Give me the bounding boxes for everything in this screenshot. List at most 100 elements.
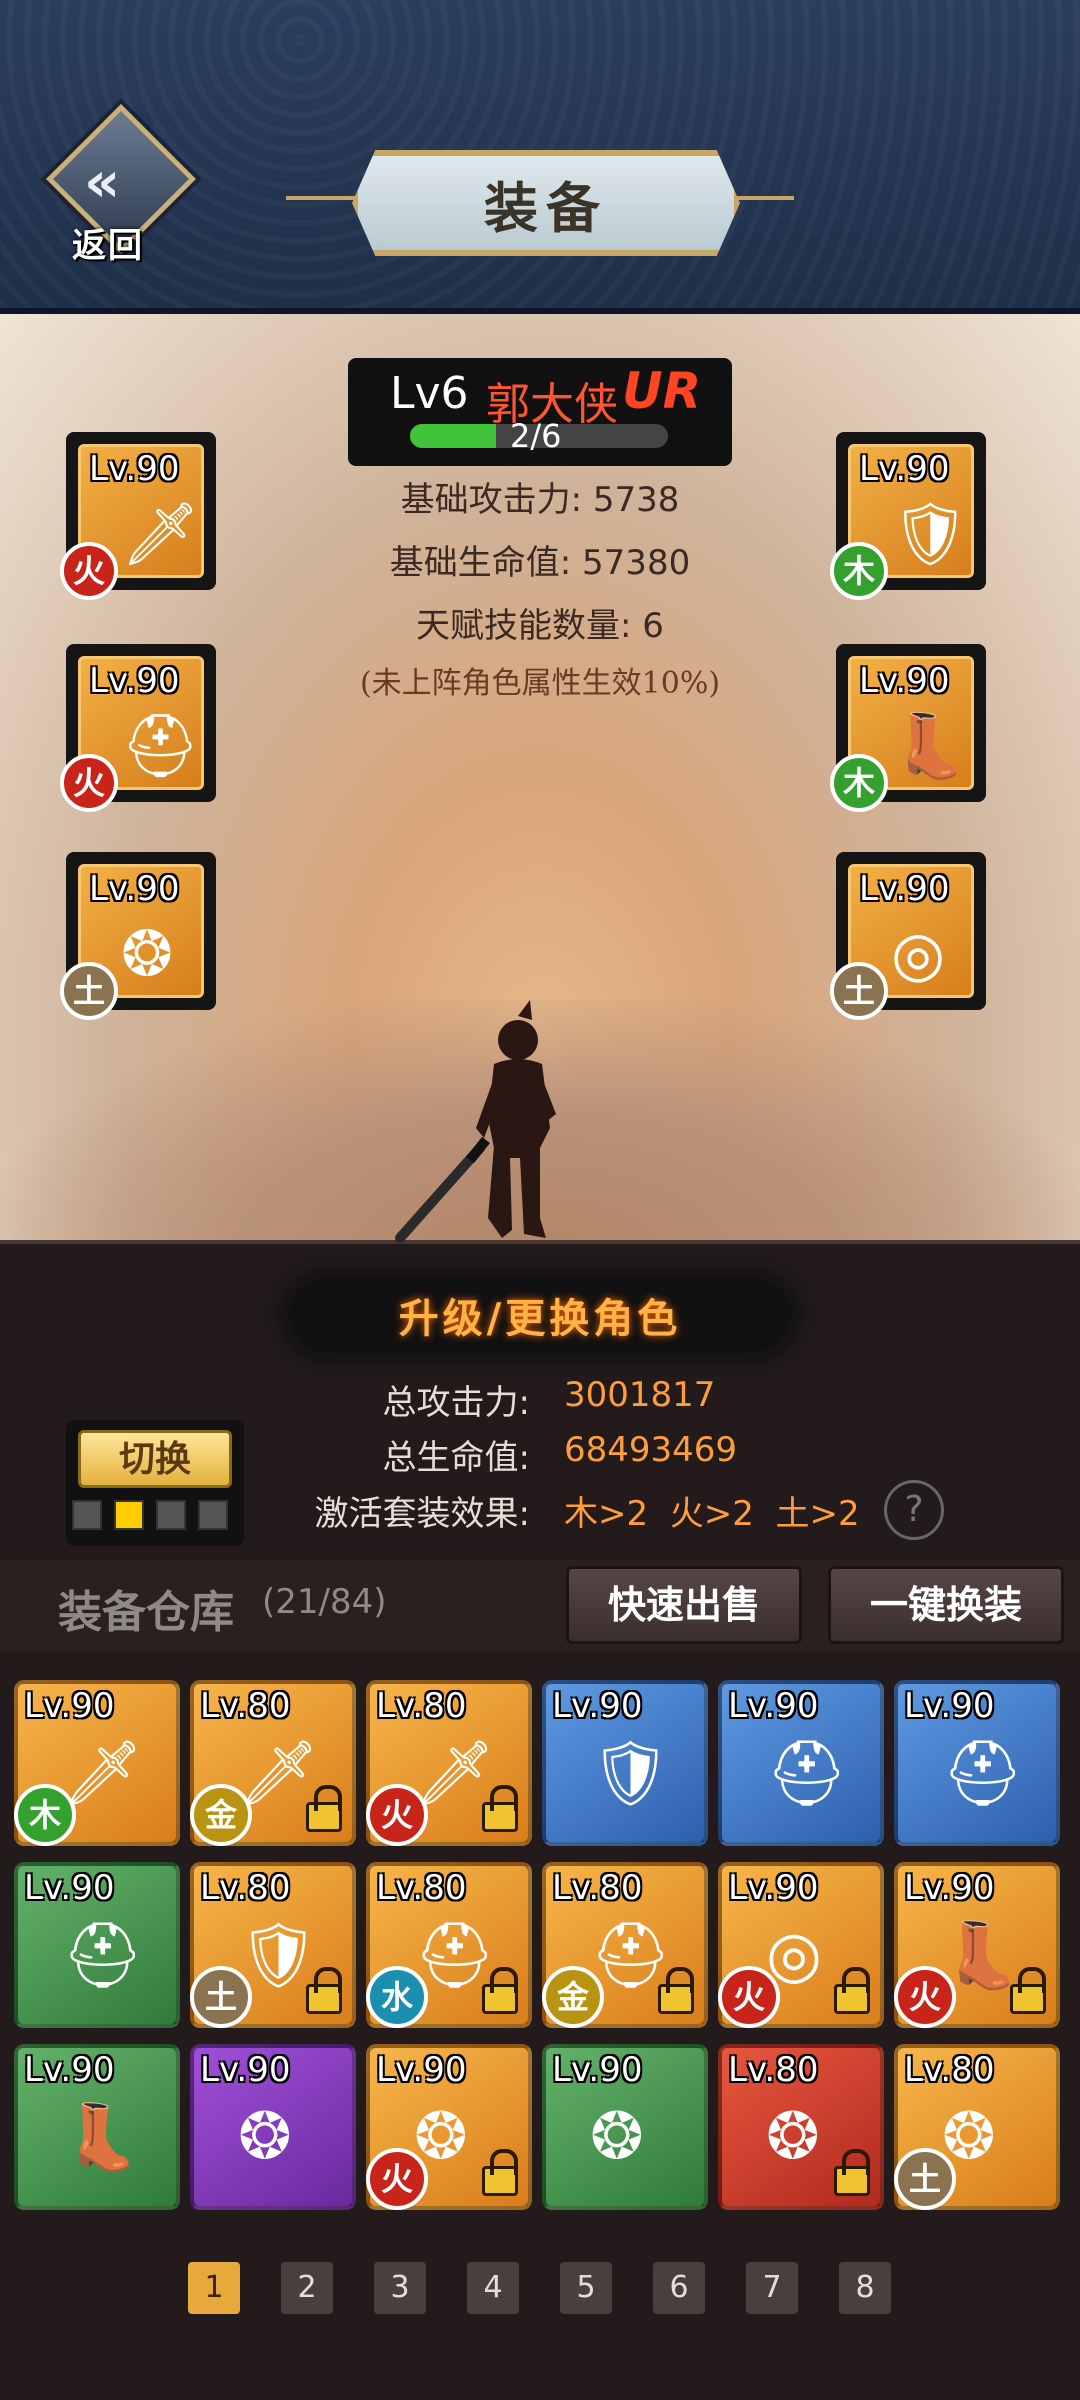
loadout-dot-1[interactable] [72, 1500, 102, 1530]
equip-slot-helmet[interactable]: Lv.90 ⛑ 火 [60, 644, 216, 812]
item-level: Lv.90 [376, 2050, 467, 2090]
equip-slot-belt[interactable]: Lv.90 ◎ 土 [830, 852, 986, 1020]
helmet-icon: ⛑ [121, 709, 200, 782]
lock-icon [834, 2149, 870, 2196]
total-hp-label: 总生命值: [382, 1438, 530, 1478]
element-badge-fire: 火 [60, 754, 118, 812]
element-badge-wood: 木 [14, 1784, 76, 1846]
set-effect-value: 木>2 火>2 土>2 [564, 1494, 860, 1534]
equip-slot-armor[interactable]: Lv.90 🛡 木 [830, 432, 986, 600]
upgrade-change-character-button[interactable]: 升级/更换角色 [290, 1280, 790, 1350]
switch-button[interactable]: 切换 [78, 1430, 232, 1488]
inactive-bonus-note: (未上阵角色属性生效10%) [359, 666, 721, 701]
inventory-item[interactable]: Lv.90 ⛑ [718, 1680, 884, 1846]
inventory-item[interactable]: Lv.80 ❂ 土 [894, 2044, 1060, 2210]
warehouse-count: (21/84) [262, 1582, 387, 1622]
item-level: Lv.90 [200, 2050, 291, 2090]
loadout-dot-2[interactable] [114, 1500, 144, 1530]
element-badge-earth: 土 [894, 2148, 956, 2210]
lock-icon [658, 1967, 694, 2014]
talent-count-stat: 天赋技能数量: 6 [416, 606, 664, 646]
element-badge-earth: 土 [190, 1966, 252, 2028]
loadout-dot-3[interactable] [156, 1500, 186, 1530]
inventory-item[interactable]: Lv.90 ⛑ [894, 1680, 1060, 1846]
sword-icon: 🗡 [62, 1737, 144, 1811]
item-level: Lv.80 [200, 1868, 291, 1908]
item-level: Lv.90 [552, 1686, 643, 1726]
boots-icon: 👢 [891, 709, 969, 782]
page-button-2[interactable]: 2 [281, 2262, 333, 2314]
page-button-1[interactable]: 1 [188, 2262, 240, 2314]
loadout-dot-4[interactable] [198, 1500, 228, 1530]
character-rank-badge: UR [622, 362, 702, 420]
inventory-item[interactable]: Lv.80 🛡 土 [190, 1862, 356, 2028]
upgrade-label: 升级/更换角色 [398, 1295, 682, 1342]
equip-slot-boots[interactable]: Lv.90 👢 木 [830, 644, 986, 812]
helmet-icon: ⛑ [414, 1919, 496, 1993]
inventory-item[interactable]: Lv.90 ❂ [542, 2044, 708, 2210]
back-label: 返回 [72, 226, 144, 266]
page-button-5[interactable]: 5 [560, 2262, 612, 2314]
pendant-icon: ❂ [590, 2100, 644, 2174]
title-ornament-left [286, 196, 356, 200]
inventory-item[interactable]: Lv.80 ⛑ 金 [542, 1862, 708, 2028]
item-level: Lv.90 [859, 661, 950, 701]
page-button-3[interactable]: 3 [374, 2262, 426, 2314]
back-button[interactable]: « 返回 [46, 104, 196, 276]
pendant-icon: ❂ [766, 2100, 820, 2174]
back-arrow-icon: « [84, 150, 121, 215]
equip-slot-accessory[interactable]: Lv.90 ❂ 土 [60, 852, 216, 1020]
item-level: Lv.90 [89, 449, 180, 489]
inventory-item[interactable]: Lv.90 🗡 木 [14, 1680, 180, 1846]
item-level: Lv.80 [200, 1686, 291, 1726]
item-level: Lv.90 [904, 1868, 995, 1908]
inventory-item[interactable]: Lv.90 🛡 [542, 1680, 708, 1846]
armor-icon: 🛡 [238, 1919, 320, 1993]
armor-icon: 🛡 [590, 1737, 672, 1811]
sword-icon: 🗡 [121, 497, 200, 570]
armor-icon: 🛡 [891, 497, 970, 570]
inventory-item[interactable]: Lv.90 👢 [14, 2044, 180, 2210]
inventory-item[interactable]: Lv.90 ❂ [190, 2044, 356, 2210]
inventory-item[interactable]: Lv.80 🗡 火 [366, 1680, 532, 1846]
page-button-7[interactable]: 7 [746, 2262, 798, 2314]
help-button[interactable]: ? [884, 1480, 944, 1540]
element-badge-earth: 土 [60, 962, 118, 1020]
inventory-item[interactable]: Lv.80 ⛑ 水 [366, 1862, 532, 2028]
total-hp-value: 68493469 [564, 1430, 738, 1470]
lock-icon [482, 2149, 518, 2196]
sword-icon: 🗡 [238, 1737, 320, 1811]
quick-sell-button[interactable]: 快速出售 [566, 1566, 802, 1644]
inventory-item[interactable]: Lv.90 👢 火 [894, 1862, 1060, 2028]
item-level: Lv.80 [376, 1868, 467, 1908]
warehouse-title: 装备仓库 [58, 1587, 234, 1638]
inventory-item[interactable]: Lv.90 ❂ 火 [366, 2044, 532, 2210]
element-badge-gold: 金 [190, 1784, 252, 1846]
pendant-icon: ❂ [238, 2100, 292, 2174]
set-effect-label: 激活套装效果: [314, 1494, 530, 1534]
equip-slot-weapon[interactable]: Lv.90 🗡 火 [60, 432, 216, 600]
title-plaque: 装备 [352, 150, 740, 256]
hero-silhouette [395, 1000, 556, 1243]
item-level: Lv.90 [904, 1686, 995, 1726]
sword-icon: 🗡 [414, 1737, 496, 1811]
character-progress-fill [410, 424, 496, 448]
item-level: Lv.80 [552, 1868, 643, 1908]
page-button-4[interactable]: 4 [467, 2262, 519, 2314]
page-button-8[interactable]: 8 [839, 2262, 891, 2314]
page-button-6[interactable]: 6 [653, 2262, 705, 2314]
item-level: Lv.80 [904, 2050, 995, 2090]
inventory-item[interactable]: Lv.90 ◎ 火 [718, 1862, 884, 2028]
inventory-item[interactable]: Lv.80 ❂ [718, 2044, 884, 2210]
item-level: Lv.90 [24, 1868, 115, 1908]
item-level: Lv.90 [24, 2050, 115, 2090]
base-attack-stat: 基础攻击力: 5738 [400, 480, 680, 520]
element-badge-fire: 火 [60, 542, 118, 600]
inventory-item[interactable]: Lv.80 🗡 金 [190, 1680, 356, 1846]
item-level: Lv.90 [859, 449, 950, 489]
item-level: Lv.80 [376, 1686, 467, 1726]
one-click-equip-button[interactable]: 一键换装 [828, 1566, 1064, 1644]
item-level: Lv.90 [552, 2050, 643, 2090]
inventory-item[interactable]: Lv.90 ⛑ [14, 1862, 180, 2028]
lock-icon [482, 1785, 518, 1832]
